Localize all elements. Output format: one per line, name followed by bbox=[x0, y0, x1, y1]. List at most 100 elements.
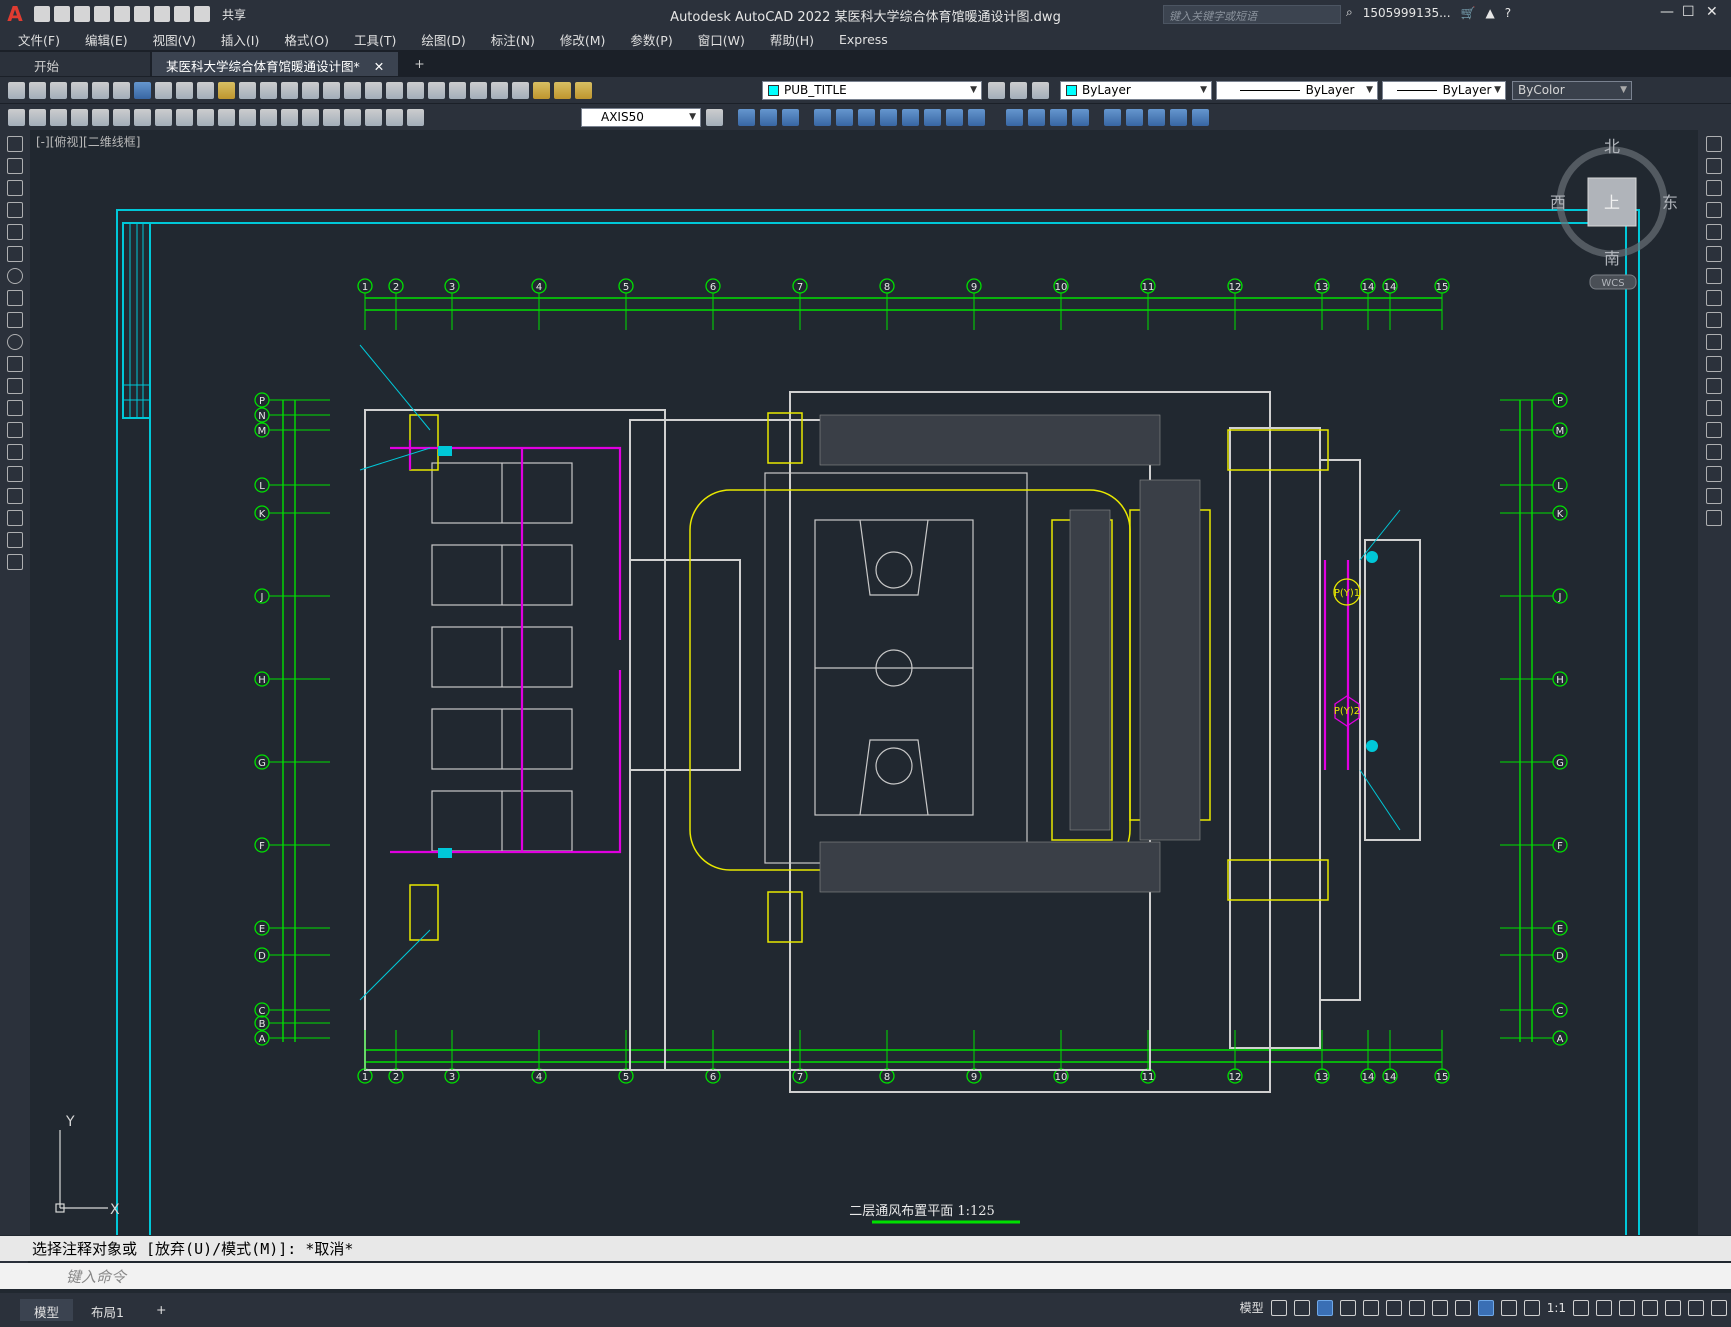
command-input[interactable]: 键入命令 bbox=[0, 1263, 1731, 1289]
calculator-icon[interactable] bbox=[470, 81, 487, 99]
save-web-icon[interactable] bbox=[134, 6, 150, 22]
modify-erase-icon[interactable] bbox=[738, 108, 755, 126]
modify-stretch-icon[interactable] bbox=[924, 108, 941, 126]
dim-style-icon[interactable] bbox=[706, 108, 723, 126]
viewcube[interactable]: 上 北 南 西 东 WCS bbox=[1550, 137, 1678, 290]
move-icon[interactable] bbox=[1706, 246, 1722, 262]
maximize-icon[interactable]: ☐ bbox=[1682, 4, 1695, 20]
make-current-layer-icon[interactable] bbox=[988, 81, 1005, 99]
user-account[interactable]: 1505999135... bbox=[1363, 6, 1451, 20]
open-web-icon[interactable] bbox=[114, 6, 130, 22]
minimize-icon[interactable]: — bbox=[1660, 4, 1674, 20]
lineweight-icon[interactable] bbox=[1431, 1299, 1448, 1316]
save-icon[interactable] bbox=[50, 81, 67, 99]
pan-icon[interactable] bbox=[281, 81, 298, 99]
menu-help[interactable]: 帮助(H) bbox=[770, 30, 814, 49]
menu-window[interactable]: 窗口(W) bbox=[698, 30, 745, 49]
workspace-gear-icon[interactable] bbox=[1573, 1299, 1589, 1316]
layer-previous-icon[interactable] bbox=[1010, 81, 1027, 99]
tab-layout1[interactable]: 布局1 bbox=[77, 1299, 138, 1321]
hatch-icon[interactable] bbox=[7, 444, 23, 460]
make-block-icon[interactable] bbox=[7, 400, 23, 416]
menu-edit[interactable]: 编辑(E) bbox=[85, 30, 128, 49]
extend-icon[interactable] bbox=[1706, 356, 1722, 372]
plot-icon[interactable] bbox=[71, 81, 88, 99]
publish-3d-icon[interactable] bbox=[134, 81, 151, 99]
open-icon[interactable] bbox=[29, 81, 46, 99]
cart-icon[interactable]: 🛒 bbox=[1461, 6, 1476, 20]
help-icon[interactable] bbox=[491, 81, 508, 99]
open-icon[interactable] bbox=[54, 6, 70, 22]
rotate-icon[interactable] bbox=[1706, 268, 1722, 284]
clean-screen-icon[interactable] bbox=[1688, 1299, 1704, 1316]
object-snap-icon[interactable] bbox=[1408, 1299, 1425, 1316]
add-selected-icon[interactable] bbox=[7, 554, 23, 570]
units-icon[interactable] bbox=[1619, 1299, 1635, 1316]
close-icon[interactable]: ✕ bbox=[1706, 4, 1718, 20]
send-back-icon[interactable] bbox=[1170, 108, 1187, 126]
erase-icon[interactable] bbox=[1706, 136, 1722, 152]
tab-start[interactable]: 开始 bbox=[0, 52, 150, 76]
modify-chamfer-icon[interactable] bbox=[1050, 108, 1067, 126]
menu-format[interactable]: 格式(O) bbox=[284, 30, 329, 49]
polygon-icon[interactable] bbox=[7, 202, 23, 218]
blend-icon[interactable] bbox=[1706, 488, 1722, 504]
scale-icon[interactable] bbox=[1706, 290, 1722, 306]
help-icon[interactable]: ? bbox=[1505, 6, 1511, 20]
sheet-set-icon[interactable] bbox=[428, 81, 445, 99]
annotation-scale-value[interactable]: 1:1 bbox=[1547, 1301, 1566, 1315]
plotstyle-select[interactable]: ByColor ▼ bbox=[1512, 80, 1632, 100]
add-icon[interactable] bbox=[1596, 1299, 1612, 1316]
modify-trim-icon[interactable] bbox=[946, 108, 963, 126]
modify-scale-icon[interactable] bbox=[902, 108, 919, 126]
drawing-canvas[interactable]: [-][俯视][二维线框] 1 2 3 4 5 6 7 8 9 10 11 12 13 14 14 1 bbox=[30, 130, 1698, 1235]
viewcube-east[interactable]: 东 bbox=[1662, 193, 1678, 212]
mirror-icon[interactable] bbox=[1706, 180, 1722, 196]
autodesk-app-icon[interactable]: ▲ bbox=[1485, 6, 1494, 20]
zoom-window-icon[interactable] bbox=[323, 81, 340, 99]
zoom-realtime-icon[interactable] bbox=[302, 81, 319, 99]
arc-icon[interactable] bbox=[7, 246, 23, 262]
dim-angular-icon[interactable] bbox=[155, 108, 172, 126]
customization-menu-icon[interactable] bbox=[1711, 1299, 1727, 1316]
layer-properties-icon[interactable] bbox=[512, 81, 529, 99]
copy-icon[interactable] bbox=[1706, 158, 1722, 174]
share-button[interactable]: 共享 bbox=[222, 6, 246, 23]
quick-dim-icon[interactable] bbox=[176, 108, 193, 126]
break-icon[interactable] bbox=[1706, 400, 1722, 416]
menu-view[interactable]: 视图(V) bbox=[153, 30, 196, 49]
undo-icon[interactable] bbox=[174, 6, 190, 22]
new-tab-icon[interactable]: + bbox=[400, 52, 438, 76]
dim-continue-icon[interactable] bbox=[218, 108, 235, 126]
circle-icon[interactable] bbox=[7, 268, 23, 284]
tab-model[interactable]: 模型 bbox=[20, 1299, 74, 1321]
dim-update-icon[interactable] bbox=[407, 108, 424, 126]
join-icon[interactable] bbox=[1706, 422, 1722, 438]
modify-array-icon[interactable] bbox=[836, 108, 853, 126]
isodraft-icon[interactable] bbox=[1362, 1299, 1379, 1316]
undo-icon[interactable] bbox=[239, 81, 256, 99]
auto-scale-icon[interactable] bbox=[1500, 1299, 1517, 1316]
modify-fillet-icon[interactable] bbox=[1072, 108, 1089, 126]
point-icon[interactable] bbox=[7, 422, 23, 438]
object-snap-tracking-icon[interactable] bbox=[1385, 1299, 1402, 1316]
dim-linear-icon[interactable] bbox=[8, 108, 25, 126]
dim-ordinate-icon[interactable] bbox=[71, 108, 88, 126]
ellipse-icon[interactable] bbox=[7, 334, 23, 350]
modify-explode-icon[interactable] bbox=[1104, 108, 1121, 126]
save-as-icon[interactable] bbox=[94, 6, 110, 22]
dim-baseline-icon[interactable] bbox=[197, 108, 214, 126]
explode-icon[interactable] bbox=[1706, 510, 1722, 526]
close-tab-icon[interactable]: ✕ bbox=[374, 59, 384, 74]
layer-states-icon[interactable] bbox=[1032, 81, 1049, 99]
menu-insert[interactable]: 插入(I) bbox=[221, 30, 259, 49]
annotation-scale-icon[interactable] bbox=[1523, 1299, 1540, 1316]
modify-move-icon[interactable] bbox=[858, 108, 875, 126]
properties-icon[interactable] bbox=[365, 81, 382, 99]
array-icon[interactable] bbox=[1706, 224, 1722, 240]
viewcube-west[interactable]: 西 bbox=[1550, 193, 1566, 212]
break-point-icon[interactable] bbox=[1706, 378, 1722, 394]
dim-space-icon[interactable] bbox=[239, 108, 256, 126]
dim-diameter-icon[interactable] bbox=[134, 108, 151, 126]
search-icon[interactable]: ⌕ bbox=[1346, 5, 1353, 20]
